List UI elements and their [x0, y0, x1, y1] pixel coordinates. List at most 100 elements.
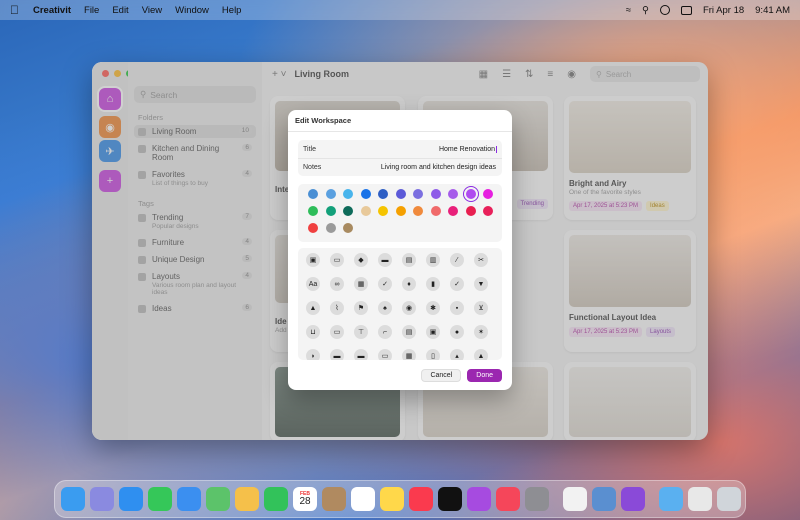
scissors-icon[interactable]: ✂: [474, 253, 488, 267]
trash-icon[interactable]: ▥: [426, 253, 440, 267]
lightbulb-icon[interactable]: ●: [450, 325, 464, 339]
tent-icon[interactable]: ▲: [474, 349, 488, 360]
bookmark-icon[interactable]: ▼: [474, 277, 488, 291]
user-icon[interactable]: [659, 5, 670, 15]
dock-launchpad-icon[interactable]: [90, 487, 114, 511]
color-swatch[interactable]: [483, 189, 493, 199]
dock-news-icon[interactable]: [496, 487, 520, 511]
dock-mail-icon[interactable]: [177, 487, 201, 511]
bell-fill-icon[interactable]: ♠: [378, 301, 392, 315]
menu-view[interactable]: View: [142, 5, 162, 16]
party-icon[interactable]: ✶: [474, 325, 488, 339]
app-menu[interactable]: Creativit: [33, 5, 71, 16]
wifi-icon[interactable]: ≈: [626, 5, 631, 16]
color-swatch[interactable]: [343, 206, 353, 216]
title-field[interactable]: Home Renovation: [439, 145, 497, 153]
color-swatch[interactable]: [448, 189, 458, 199]
flag-icon[interactable]: ⚑: [354, 301, 368, 315]
dock-settings-icon[interactable]: [525, 487, 549, 511]
color-swatch[interactable]: [413, 206, 423, 216]
basket-icon[interactable]: ⊔: [306, 325, 320, 339]
color-swatch[interactable]: [308, 206, 318, 216]
dock-safari-icon[interactable]: [119, 487, 143, 511]
search-icon[interactable]: ⚲: [642, 5, 649, 16]
radio-icon[interactable]: ▦: [402, 349, 416, 360]
cake-icon[interactable]: ▴: [450, 349, 464, 360]
dock-preview-icon[interactable]: [592, 487, 616, 511]
color-swatch[interactable]: [430, 206, 441, 216]
paperclip-icon[interactable]: ⌇: [330, 301, 344, 315]
dock-folder-icon[interactable]: [659, 487, 683, 511]
gear-icon[interactable]: ✱: [426, 301, 440, 315]
checkmark-icon[interactable]: ✓: [378, 277, 392, 291]
color-swatch[interactable]: [325, 223, 336, 233]
apple-menu-icon[interactable]: : [10, 3, 19, 17]
printer-icon[interactable]: ▤: [402, 325, 416, 339]
dock-calendar-icon[interactable]: FEB 28: [293, 487, 317, 511]
color-swatch[interactable]: [395, 189, 406, 199]
notes-field[interactable]: Living room and kitchen design ideas: [381, 164, 497, 171]
wand-icon[interactable]: ⁄: [450, 253, 464, 267]
dock-messages-icon[interactable]: [148, 487, 172, 511]
bell-icon[interactable]: ♦: [402, 277, 416, 291]
hammer-icon[interactable]: ⊤: [354, 325, 368, 339]
color-swatch[interactable]: [483, 206, 493, 216]
phone-icon[interactable]: ▯: [426, 349, 440, 360]
menu-edit[interactable]: Edit: [112, 5, 128, 16]
color-swatch[interactable]: [343, 223, 353, 233]
dock-creativit-icon[interactable]: [621, 487, 645, 511]
bag-icon[interactable]: ▪: [450, 301, 464, 315]
bed-icon[interactable]: ▬: [330, 349, 344, 360]
color-swatch[interactable]: [395, 206, 406, 216]
color-swatch[interactable]: [448, 206, 458, 216]
dock-notes-icon[interactable]: [380, 487, 404, 511]
menu-help[interactable]: Help: [222, 5, 242, 16]
dock-documents-icon[interactable]: [688, 487, 712, 511]
dock-music-icon[interactable]: [409, 487, 433, 511]
dock-finder-icon[interactable]: [61, 487, 85, 511]
checkmark-seal-icon[interactable]: ✓: [450, 277, 464, 291]
dock-textedit-icon[interactable]: [563, 487, 587, 511]
folder-icon[interactable]: ▭: [330, 253, 344, 267]
camera-icon[interactable]: ◉: [402, 301, 416, 315]
archive-icon[interactable]: ▤: [402, 253, 416, 267]
color-swatch[interactable]: [430, 189, 441, 199]
desk-icon[interactable]: ▭: [378, 349, 392, 360]
menu-file[interactable]: File: [84, 5, 99, 16]
color-swatch[interactable]: [360, 189, 371, 199]
dock-tv-icon[interactable]: [438, 487, 462, 511]
done-button[interactable]: Done: [467, 369, 502, 382]
control-center-icon[interactable]: [680, 5, 692, 15]
sofa-icon[interactable]: ▬: [354, 349, 368, 360]
case-icon[interactable]: ▣: [426, 325, 440, 339]
color-swatch[interactable]: [462, 186, 479, 202]
color-swatch[interactable]: [325, 189, 336, 199]
book-icon[interactable]: ▮: [426, 277, 440, 291]
cancel-button[interactable]: Cancel: [421, 369, 462, 382]
briefcase-icon[interactable]: ▣: [306, 253, 320, 267]
color-swatch[interactable]: [413, 189, 423, 199]
dock-podcasts-icon[interactable]: [467, 487, 491, 511]
tag-icon[interactable]: ◆: [354, 253, 368, 267]
creditcard-icon[interactable]: ▭: [330, 325, 344, 339]
wrench-icon[interactable]: ⌐: [378, 325, 392, 339]
link-icon[interactable]: ∞: [330, 277, 344, 291]
dock-trash-icon[interactable]: [717, 487, 741, 511]
color-swatch[interactable]: [378, 189, 388, 199]
color-swatch[interactable]: [360, 206, 371, 216]
menubar-time[interactable]: 9:41 AM: [755, 5, 790, 16]
grid-icon[interactable]: ▦: [354, 277, 368, 291]
text-icon[interactable]: Aa: [306, 277, 320, 291]
menubar-date[interactable]: Fri Apr 18: [703, 5, 744, 16]
graduation-icon[interactable]: ▲: [306, 301, 320, 315]
color-swatch[interactable]: [325, 206, 336, 216]
color-swatch[interactable]: [465, 206, 476, 216]
color-swatch[interactable]: [378, 206, 388, 216]
dock-facetime-icon[interactable]: [264, 487, 288, 511]
color-swatch[interactable]: [308, 223, 318, 233]
color-swatch[interactable]: [308, 189, 318, 199]
color-swatch[interactable]: [343, 189, 353, 199]
dock-reminders-icon[interactable]: [351, 487, 375, 511]
lamp-icon[interactable]: ◗: [306, 349, 320, 360]
tray-icon[interactable]: ▬: [378, 253, 392, 267]
